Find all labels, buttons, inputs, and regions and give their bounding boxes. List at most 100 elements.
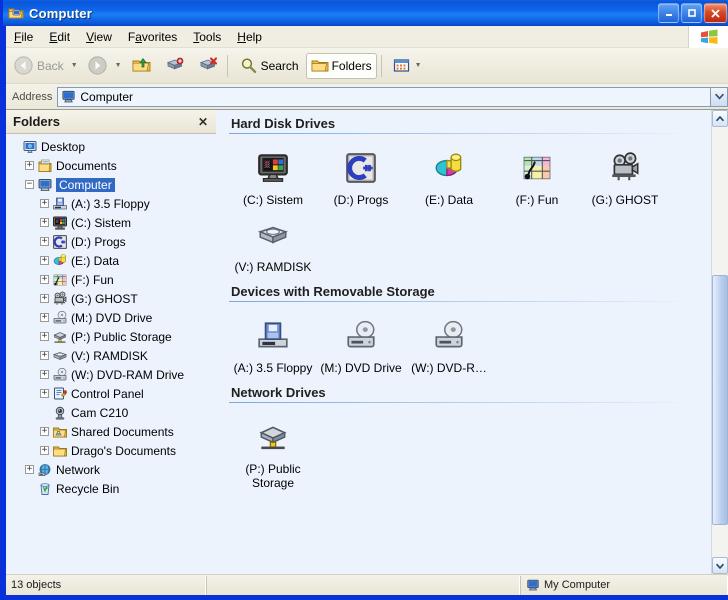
scroll-down-button[interactable] bbox=[712, 557, 728, 574]
tree-item-w-dvd-ram-drive[interactable]: + (W:) DVD-RAM Drive bbox=[6, 365, 216, 384]
expand-icon[interactable]: + bbox=[40, 313, 49, 322]
expand-icon[interactable]: + bbox=[40, 370, 49, 379]
scroll-up-button[interactable] bbox=[712, 110, 728, 127]
collapse-icon[interactable]: − bbox=[25, 180, 34, 189]
tree-item-label: (E:) Data bbox=[71, 253, 120, 268]
scrollbar-track[interactable] bbox=[712, 127, 728, 557]
tree-item-label: Network bbox=[56, 462, 101, 477]
tree-item-e-data[interactable]: + (E:) Data bbox=[6, 251, 216, 270]
expand-icon[interactable]: + bbox=[40, 294, 49, 303]
tree-item-label: (P:) Public Storage bbox=[71, 329, 172, 344]
expand-icon[interactable]: + bbox=[25, 161, 34, 170]
forward-dropdown-caret[interactable]: ▼ bbox=[115, 62, 122, 69]
drive-item[interactable]: (E:) Data bbox=[405, 140, 493, 207]
map-network-drive-button[interactable] bbox=[159, 53, 190, 79]
tree-item-d-progs[interactable]: + (D:) Progs bbox=[6, 232, 216, 251]
drive-label: (F:) Fun bbox=[515, 193, 559, 207]
tree-item-computer[interactable]: − Computer bbox=[6, 175, 216, 194]
expand-icon[interactable]: + bbox=[40, 199, 49, 208]
menu-bar: FFileile Edit View Favorites Tools Help bbox=[6, 26, 728, 48]
back-dropdown-caret[interactable]: ▼ bbox=[71, 62, 78, 69]
address-input[interactable]: Computer bbox=[57, 86, 711, 107]
dvd-drive-icon bbox=[52, 367, 68, 383]
tree-item-m-dvd-drive[interactable]: + (M:) DVD Drive bbox=[6, 308, 216, 327]
drive-item[interactable]: (V:) RAMDISK bbox=[229, 207, 317, 274]
tree-item-c-sistem[interactable]: + (C:) Sistem bbox=[6, 213, 216, 232]
tree-item-cam-c210[interactable]: Cam C210 bbox=[6, 403, 216, 422]
folder-tree[interactable]: Desktop + Documents − Computer + (A:) 3.5 Flop… bbox=[6, 134, 216, 574]
expand-icon[interactable]: + bbox=[40, 446, 49, 455]
dvd-drive-icon bbox=[337, 314, 385, 358]
expand-icon[interactable]: + bbox=[40, 389, 49, 398]
status-location-label: My Computer bbox=[544, 579, 611, 591]
expand-icon[interactable]: + bbox=[40, 218, 49, 227]
menu-view[interactable]: View bbox=[78, 28, 120, 46]
disconnect-network-drive-button[interactable] bbox=[192, 53, 223, 79]
tree-item-drago-s-documents[interactable]: + Drago's Documents bbox=[6, 441, 216, 460]
forward-button[interactable] bbox=[82, 53, 113, 79]
expand-icon[interactable]: + bbox=[40, 427, 49, 436]
tree-item-label: (F:) Fun bbox=[71, 272, 114, 287]
menu-tools[interactable]: Tools bbox=[185, 28, 229, 46]
close-button[interactable] bbox=[704, 3, 727, 23]
menu-help[interactable]: Help bbox=[229, 28, 270, 46]
drive-label: (M:) DVD Drive bbox=[320, 361, 402, 375]
tree-item-documents[interactable]: + Documents bbox=[6, 156, 216, 175]
projector-icon bbox=[52, 291, 68, 307]
search-button[interactable]: Search bbox=[234, 53, 304, 79]
tree-item-a-3-5-floppy[interactable]: + (A:) 3.5 Floppy bbox=[6, 194, 216, 213]
piechart-drive-icon bbox=[425, 146, 473, 190]
address-dropdown-button[interactable] bbox=[711, 86, 728, 107]
maximize-button[interactable] bbox=[681, 3, 702, 23]
dvd-drive-icon bbox=[52, 310, 68, 326]
tree-item-network[interactable]: + Network bbox=[6, 460, 216, 479]
folder-icon bbox=[311, 58, 329, 74]
status-bar: 13 objects My Computer bbox=[6, 574, 728, 595]
expand-icon[interactable]: + bbox=[40, 256, 49, 265]
vertical-scrollbar[interactable] bbox=[711, 110, 728, 574]
title-bar[interactable]: Computer bbox=[3, 0, 728, 26]
views-button[interactable]: ▼ bbox=[388, 53, 429, 79]
drive-item[interactable]: (A:) 3.5 Floppy bbox=[229, 308, 317, 375]
tree-item-f-fun[interactable]: + (F:) Fun bbox=[6, 270, 216, 289]
drive-item[interactable]: (P:) Public Storage bbox=[229, 409, 317, 490]
views-dropdown-caret[interactable]: ▼ bbox=[415, 62, 422, 69]
scrollbar-thumb[interactable] bbox=[712, 275, 728, 525]
documents-icon bbox=[37, 158, 53, 174]
minimize-button[interactable] bbox=[658, 3, 679, 23]
expand-icon[interactable]: + bbox=[25, 465, 34, 474]
tree-item-v-ramdisk[interactable]: + (V:) RAMDISK bbox=[6, 346, 216, 365]
address-value: Computer bbox=[80, 89, 134, 104]
expand-icon[interactable]: + bbox=[40, 351, 49, 360]
address-label: Address bbox=[12, 90, 53, 103]
expand-icon[interactable]: + bbox=[40, 275, 49, 284]
windows-flag-icon[interactable] bbox=[688, 26, 728, 48]
menu-edit[interactable]: Edit bbox=[41, 28, 78, 46]
menu-favorites[interactable]: Favorites bbox=[120, 28, 185, 46]
tree-item-g-ghost[interactable]: + (G:) GHOST bbox=[6, 289, 216, 308]
close-icon[interactable]: ✕ bbox=[198, 115, 216, 129]
tree-item-shared-documents[interactable]: + Shared Documents bbox=[6, 422, 216, 441]
tree-item-control-panel[interactable]: + Control Panel bbox=[6, 384, 216, 403]
tree-item-label: Documents bbox=[56, 158, 117, 173]
address-bar: Address Computer bbox=[6, 84, 728, 110]
expand-icon[interactable]: + bbox=[40, 332, 49, 341]
expand-icon[interactable]: + bbox=[40, 237, 49, 246]
up-button[interactable] bbox=[126, 53, 157, 79]
drive-item[interactable]: (W:) DVD-R… bbox=[405, 308, 493, 375]
folders-button[interactable]: Folders bbox=[305, 52, 377, 79]
tree-item-p-public-storage[interactable]: + (P:) Public Storage bbox=[6, 327, 216, 346]
drive-item[interactable]: (M:) DVD Drive bbox=[317, 308, 405, 375]
back-button[interactable]: Back bbox=[8, 53, 69, 79]
floppy-icon bbox=[52, 196, 68, 212]
file-list-pane[interactable]: Hard Disk Drives (C:) Sistem (D:) Progs (E:… bbox=[217, 110, 728, 574]
drive-item[interactable]: (C:) Sistem bbox=[229, 140, 317, 207]
window-body: Folders ✕ Desktop + Documents − Computer + (A:… bbox=[6, 110, 728, 574]
drive-item[interactable]: (G:) GHOST bbox=[581, 140, 669, 207]
menu-file[interactable]: FFileile bbox=[6, 28, 41, 46]
drive-item[interactable]: (D:) Progs bbox=[317, 140, 405, 207]
tree-item-desktop[interactable]: Desktop bbox=[6, 137, 216, 156]
drive-item[interactable]: (F:) Fun bbox=[493, 140, 581, 207]
tree-item-recycle-bin[interactable]: Recycle Bin bbox=[6, 479, 216, 498]
